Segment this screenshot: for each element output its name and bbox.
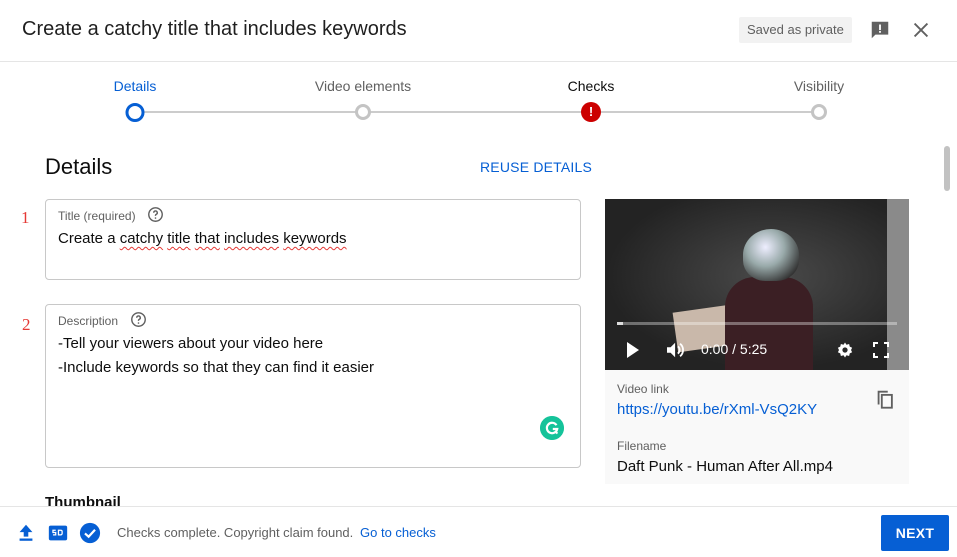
step-details-dot[interactable] [125, 103, 145, 122]
step-visibility-label[interactable]: Visibility [794, 78, 844, 94]
copy-icon[interactable] [874, 388, 896, 410]
close-icon[interactable] [910, 19, 932, 41]
help-icon[interactable] [147, 206, 164, 223]
title-input-value[interactable]: Create a catchy title that includes keyw… [58, 227, 347, 251]
description-line[interactable]: -Tell your viewers about your video here [58, 332, 323, 356]
step-video-elements-label[interactable]: Video elements [315, 78, 411, 94]
title-field-label: Title (required) [58, 209, 136, 223]
title-word-misspelled: title [167, 230, 191, 247]
step-details-label[interactable]: Details [114, 78, 157, 94]
go-to-checks-link[interactable]: Go to checks [360, 525, 436, 540]
next-button[interactable]: NEXT [881, 515, 949, 551]
dialog-title: Create a catchy title that includes keyw… [22, 18, 407, 40]
title-word-misspelled: catchy [119, 230, 164, 247]
description-field-label: Description [58, 314, 119, 328]
video-link-label: Video link [617, 382, 669, 396]
video-frame-helmet [743, 229, 799, 281]
upload-stepper: Details Video elements Checks ! Visibili… [0, 62, 957, 132]
video-frame-panel [887, 199, 909, 370]
checks-status-text: Checks complete. Copyright claim found. [117, 525, 354, 540]
section-title: Details [45, 154, 113, 179]
step-video-elements-dot[interactable] [355, 104, 371, 120]
scrollbar-thumb[interactable] [944, 146, 950, 191]
title-word-misspelled: that [194, 230, 220, 247]
video-link[interactable]: https://youtu.be/rXml-VsQ2KY [617, 401, 817, 418]
saved-status-badge: Saved as private [739, 17, 852, 43]
help-icon[interactable] [130, 311, 147, 328]
play-icon[interactable] [625, 341, 641, 359]
step-checks-label[interactable]: Checks [568, 78, 615, 94]
title-word-misspelled: includes [223, 230, 280, 247]
video-preview-card: 0:00 / 5:25 Video link https://youtu.be/… [605, 199, 909, 484]
filename-label: Filename [617, 439, 667, 453]
dialog-footer: Checks complete. Copyright claim found. … [0, 506, 957, 557]
title-word: Create a [58, 230, 116, 247]
reuse-details-button[interactable]: REUSE DETAILS [480, 159, 592, 175]
volume-icon[interactable] [665, 341, 687, 359]
description-field[interactable]: Description -Tell your viewers about you… [45, 304, 581, 468]
check-icon [79, 522, 101, 544]
step-checks-error-icon[interactable]: ! [581, 102, 601, 122]
step-visibility-dot[interactable] [811, 104, 827, 120]
video-time-display: 0:00 / 5:25 [701, 341, 768, 357]
description-line[interactable]: -Include keywords so that they can find … [58, 356, 374, 380]
settings-icon[interactable] [836, 341, 854, 359]
title-field[interactable]: Title (required) Create a catchy title t… [45, 199, 581, 280]
video-progress-fill [617, 322, 623, 325]
fullscreen-icon[interactable] [873, 342, 889, 358]
sd-icon [48, 525, 68, 541]
upload-icon [19, 524, 33, 541]
feedback-icon[interactable] [869, 19, 891, 41]
thumbnail-heading: Thumbnail [45, 494, 121, 506]
filename-value: Daft Punk - Human After All.mp4 [617, 458, 833, 475]
annotation-marker-1: 1 [21, 208, 30, 227]
video-player[interactable]: 0:00 / 5:25 [605, 199, 909, 370]
video-progress-bar[interactable] [617, 322, 897, 325]
dialog-header: Create a catchy title that includes keyw… [0, 0, 957, 62]
annotation-marker-2: 2 [22, 315, 31, 334]
grammarly-icon[interactable] [540, 416, 564, 440]
title-word-misspelled: keywords [283, 230, 347, 247]
stepper-track [135, 111, 819, 113]
